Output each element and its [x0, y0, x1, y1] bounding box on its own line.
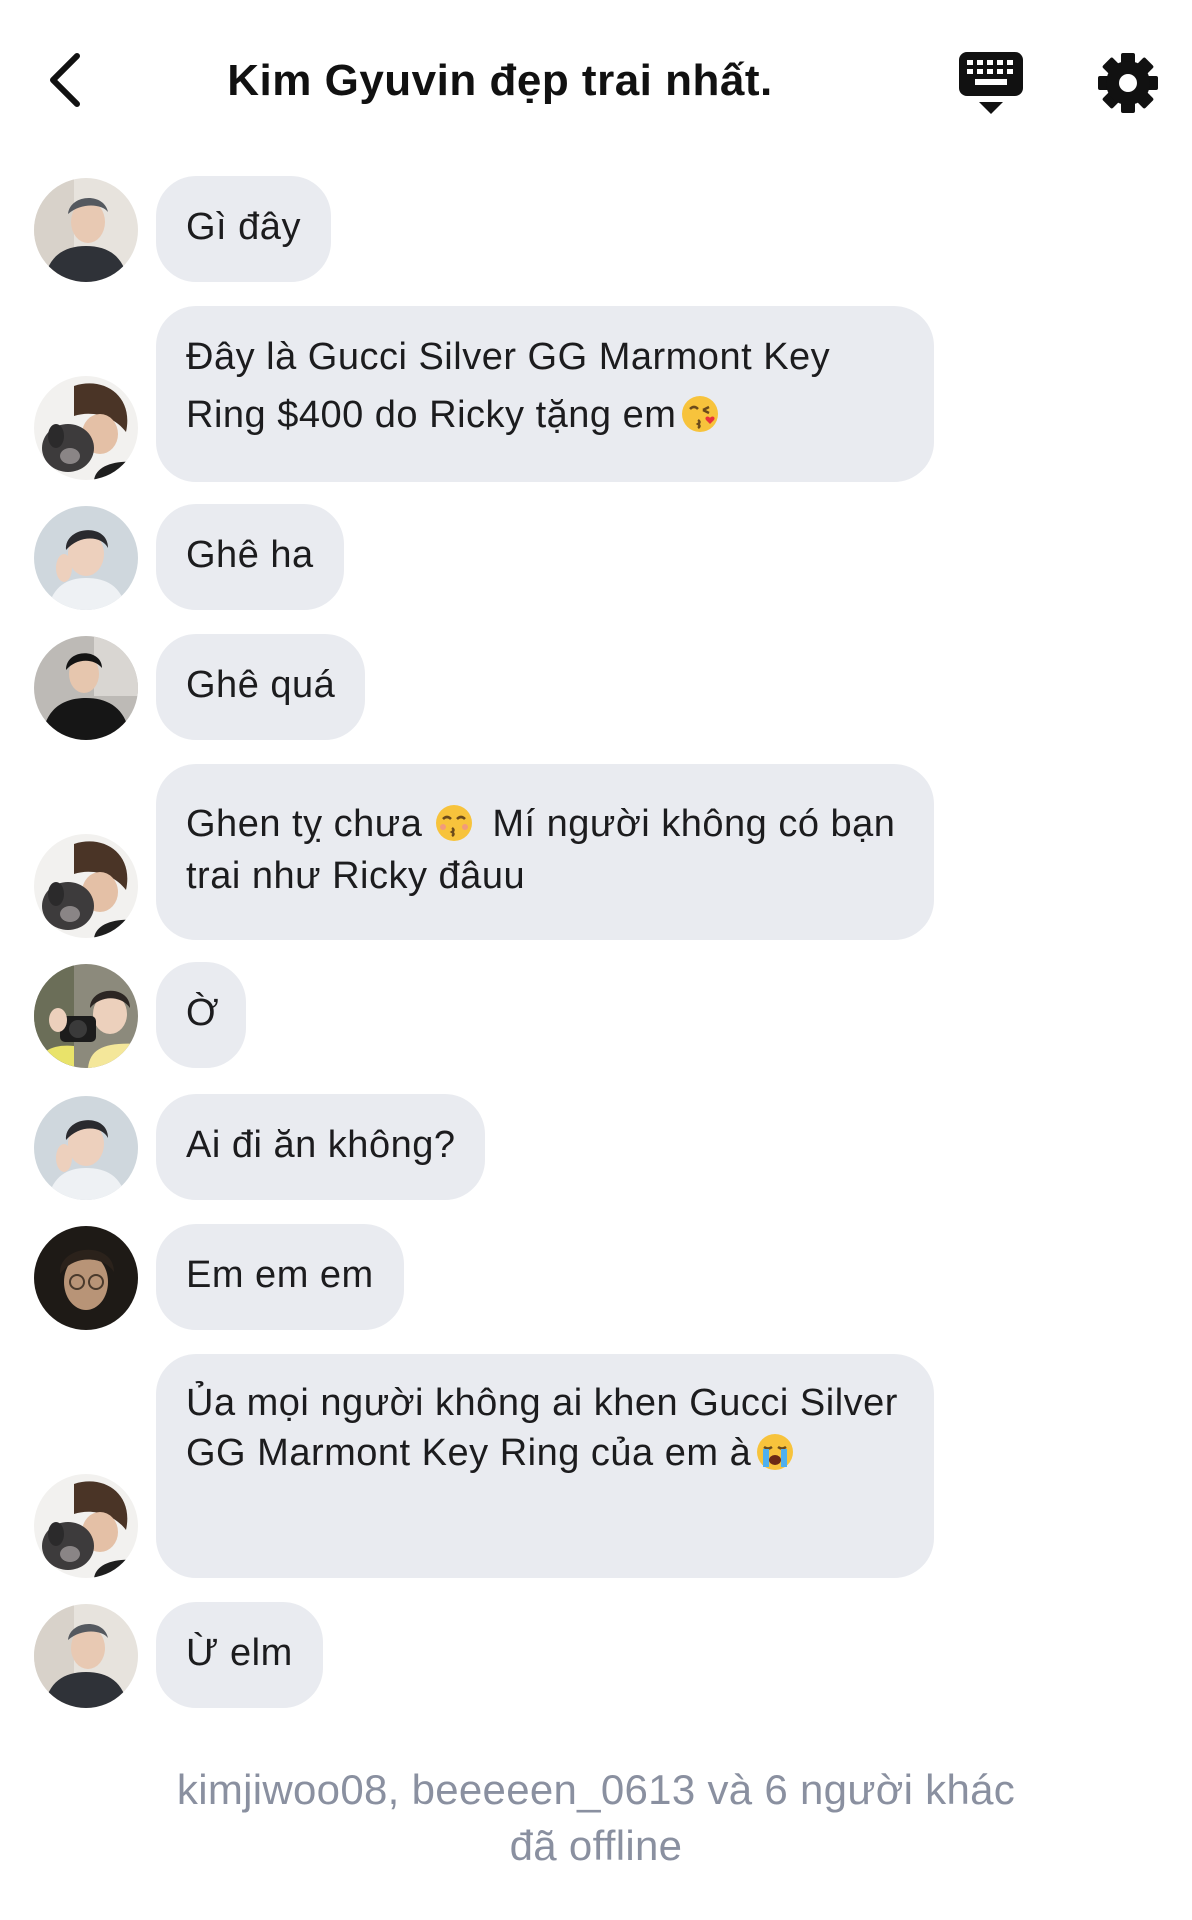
message-text: Gì đây [186, 206, 301, 248]
avatar[interactable] [34, 834, 138, 938]
back-button[interactable] [30, 45, 100, 115]
message-bubble[interactable]: Ủa mọi người không ai khen Gucci Silver … [156, 1354, 934, 1578]
message-text: Đây là Gucci Silver GG Marmont Key Ring … [186, 336, 831, 436]
message-text: Ghê quá [186, 664, 336, 706]
settings-button[interactable] [1095, 50, 1161, 116]
message-bubble[interactable]: Đây là Gucci Silver GG Marmont Key Ring … [156, 306, 934, 482]
message-bubble[interactable]: Ghê ha [156, 504, 344, 610]
message-text: Ghen tỵ chưa [186, 803, 423, 845]
message-text: Ừ elm [186, 1632, 293, 1674]
message-bubble[interactable]: Ai đi ăn không? [156, 1094, 486, 1200]
avatar[interactable] [34, 964, 138, 1068]
offline-status-line2: đã offline [509, 1822, 683, 1869]
chat-header: Kim Gyuvin đẹp trai nhất. [0, 0, 1192, 165]
message-text: Ờ [186, 992, 220, 1034]
message-bubble[interactable]: Ờ [156, 962, 246, 1068]
gear-icon [1098, 53, 1158, 113]
message-bubble[interactable]: Ghen tỵ chưa Mí người không có bạn trai n… [156, 764, 934, 940]
loudly-crying-face-emoji [755, 1432, 795, 1472]
offline-status: kimjiwoo08, beeeeen_0613 và 6 người khác… [0, 1762, 1192, 1874]
avatar[interactable] [34, 1474, 138, 1578]
offline-status-line1: kimjiwoo08, beeeeen_0613 và 6 người khác [176, 1766, 1016, 1813]
keyboard-button[interactable] [955, 50, 1027, 118]
keyboard-icon [959, 52, 1023, 114]
avatar[interactable] [34, 376, 138, 480]
avatar[interactable] [34, 506, 138, 610]
avatar[interactable] [34, 1604, 138, 1708]
kissing-smiling-eyes-emoji [434, 803, 474, 843]
avatar[interactable] [34, 1226, 138, 1330]
avatar[interactable] [34, 636, 138, 740]
kissing-face-with-heart-emoji [680, 393, 720, 433]
chevron-left-icon [50, 53, 80, 107]
message-bubble[interactable]: Ừ elm [156, 1602, 323, 1708]
message-text: Ai đi ăn không? [186, 1124, 456, 1166]
avatar[interactable] [34, 1096, 138, 1200]
avatar[interactable] [34, 178, 138, 282]
chat-title: Kim Gyuvin đẹp trai nhất. [227, 56, 773, 105]
message-bubble[interactable]: Gì đây [156, 176, 331, 282]
message-text: Em em em [186, 1254, 374, 1296]
message-text: Ghê ha [186, 534, 314, 576]
message-bubble[interactable]: Ghê quá [156, 634, 366, 740]
message-bubble[interactable]: Em em em [156, 1224, 404, 1330]
